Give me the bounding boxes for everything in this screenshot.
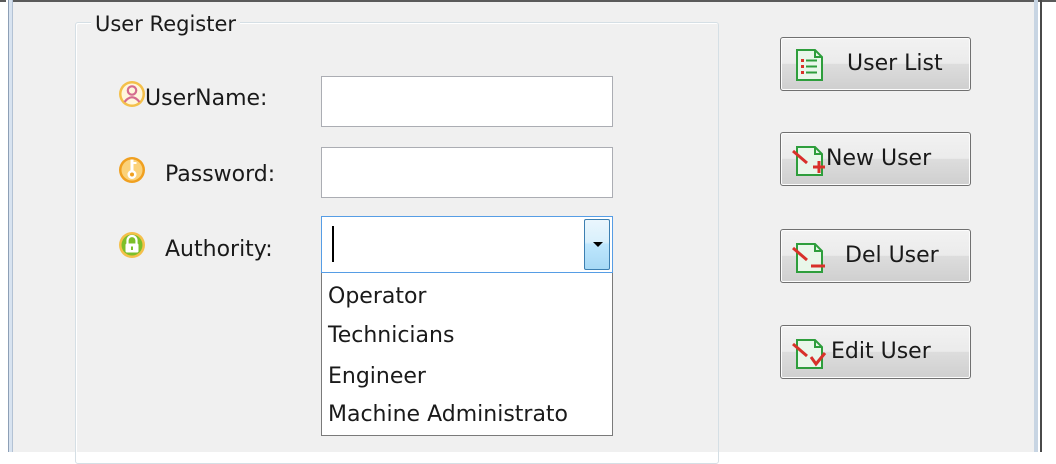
password-label: Password: — [165, 162, 276, 187]
lock-icon — [119, 232, 145, 258]
username-input[interactable] — [321, 76, 613, 127]
authority-dropdown-list: Operator Technicians Engineer Machine Ad… — [321, 273, 613, 436]
key-icon — [119, 157, 145, 183]
authority-combobox[interactable] — [321, 216, 613, 273]
add-document-icon — [792, 146, 825, 176]
username-label: UserName: — [145, 86, 268, 111]
user-list-button[interactable]: User List — [780, 37, 971, 91]
dropdown-option-machine-administrator[interactable]: Machine Administrato — [328, 400, 568, 430]
del-user-label: Del User — [845, 243, 939, 268]
user-list-label: User List — [847, 51, 943, 76]
authority-label: Authority: — [165, 237, 273, 262]
new-user-label: New User — [826, 146, 932, 171]
chevron-down-icon — [593, 242, 603, 247]
window-right-frame — [1040, 0, 1042, 452]
edit-document-icon — [792, 339, 827, 369]
del-user-button[interactable]: Del User — [780, 229, 971, 283]
window-left-frame — [6, 0, 13, 452]
user-register-window: User Register UserName: Password: Author… — [0, 0, 1056, 464]
dropdown-option-operator[interactable]: Operator — [328, 282, 426, 312]
text-caret — [332, 226, 334, 262]
list-document-icon — [796, 49, 823, 81]
new-user-button[interactable]: New User — [780, 132, 971, 186]
authority-dropdown-button[interactable] — [584, 219, 610, 270]
dialog-content: User Register UserName: Password: Author… — [13, 2, 1034, 464]
dropdown-option-engineer[interactable]: Engineer — [328, 362, 426, 392]
window-right-frame-inner — [1034, 0, 1038, 452]
dropdown-option-technicians[interactable]: Technicians — [328, 321, 454, 351]
user-icon — [119, 81, 145, 107]
groupbox-title: User Register — [91, 10, 241, 38]
edit-user-button[interactable]: Edit User — [780, 325, 971, 379]
edit-user-label: Edit User — [831, 339, 931, 364]
remove-document-icon — [792, 243, 825, 273]
password-input[interactable] — [321, 147, 613, 198]
